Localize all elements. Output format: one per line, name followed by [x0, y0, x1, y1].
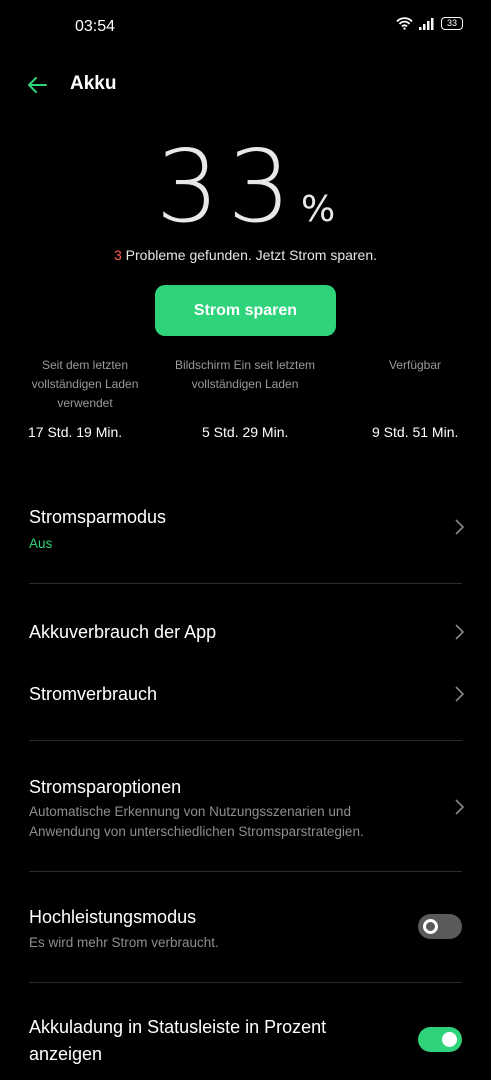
- stat-label: Bildschirm Ein seit letztem: [174, 358, 316, 372]
- battery-icon: 33: [441, 17, 463, 30]
- battery-percent-statusbar-row: Akkuladung in Statusleiste in Prozent an…: [0, 1005, 491, 1075]
- stat-since-full-charge: Seit dem letzten vollständigen Laden ver…: [10, 356, 160, 413]
- save-power-button[interactable]: Strom sparen: [155, 285, 336, 336]
- stat-value-available: 9 Std. 51 Min.: [372, 424, 459, 440]
- battery-percent-unit: %: [301, 189, 336, 230]
- problem-count: 3: [113, 247, 122, 263]
- problem-text: Probleme gefunden. Jetzt Strom sparen.: [121, 247, 378, 263]
- power-consumption-row[interactable]: Stromverbrauch: [0, 672, 491, 716]
- divider: [29, 583, 462, 584]
- chevron-right-icon: [455, 686, 465, 702]
- power-saving-mode-title: Stromsparmodus: [29, 507, 167, 527]
- stat-screen-on: Bildschirm Ein seit letztem vollständige…: [160, 356, 330, 394]
- power-saving-options-description: Automatische Erkennung von Nutzungsszena…: [29, 804, 351, 819]
- back-arrow-icon[interactable]: [24, 72, 50, 98]
- stat-value-since-full-charge: 17 Std. 19 Min.: [28, 424, 123, 440]
- stat-label: vollständigen Laden: [191, 377, 299, 391]
- app-battery-usage-title: Akkuverbrauch der App: [29, 622, 217, 642]
- power-saving-options-description: Anwendung von unterschiedlichen Stromspa…: [29, 824, 364, 839]
- battery-percent-statusbar-toggle[interactable]: [418, 1027, 462, 1052]
- power-saving-mode-row[interactable]: Stromsparmodus Aus: [0, 495, 491, 575]
- status-bar: 03:54 33: [0, 0, 491, 56]
- toggle-knob: [442, 1032, 457, 1047]
- divider: [29, 740, 462, 741]
- power-saving-mode-status: Aus: [29, 536, 53, 551]
- chevron-right-icon: [455, 799, 465, 815]
- high-performance-mode-row: Hochleistungsmodus Es wird mehr Strom ve…: [0, 893, 491, 963]
- high-performance-toggle[interactable]: [418, 914, 462, 939]
- divider: [29, 871, 462, 872]
- stat-label: vollständigen Laden: [31, 377, 139, 391]
- high-performance-mode-title: Hochleistungsmodus: [29, 907, 197, 927]
- signal-icon: [419, 17, 434, 30]
- high-performance-mode-description: Es wird mehr Strom verbraucht.: [29, 935, 219, 950]
- status-icons: 33: [396, 17, 463, 30]
- app-battery-usage-row[interactable]: Akkuverbrauch der App: [0, 610, 491, 654]
- stat-label: verwendet: [57, 396, 113, 410]
- stat-available: Verfügbar: [370, 356, 460, 375]
- power-saving-options-title: Stromsparoptionen: [29, 777, 182, 797]
- chevron-right-icon: [455, 519, 465, 535]
- stat-label: Seit dem letzten: [41, 358, 129, 372]
- page-title: Akku: [70, 73, 117, 94]
- wifi-icon: [396, 17, 413, 30]
- toggle-knob: [423, 919, 438, 934]
- stat-value-screen-on: 5 Std. 29 Min.: [202, 424, 289, 440]
- battery-percentage: 33%: [0, 128, 491, 245]
- stat-label: Verfügbar: [388, 358, 442, 372]
- chevron-right-icon: [455, 624, 465, 640]
- power-saving-options-row[interactable]: Stromsparoptionen Automatische Erkennung…: [0, 763, 491, 853]
- status-time: 03:54: [75, 18, 116, 35]
- battery-percent-value: 33: [155, 128, 300, 245]
- battery-percent-statusbar-title: Akkuladung in Statusleiste in Prozent: [29, 1017, 327, 1037]
- divider: [29, 982, 462, 983]
- app-header: Akku: [0, 70, 491, 100]
- usage-stats: Seit dem letzten vollständigen Laden ver…: [0, 356, 491, 446]
- battery-percent-statusbar-title: anzeigen: [29, 1044, 103, 1064]
- problems-message: 3 Probleme gefunden. Jetzt Strom sparen.: [0, 247, 491, 263]
- power-consumption-title: Stromverbrauch: [29, 684, 158, 704]
